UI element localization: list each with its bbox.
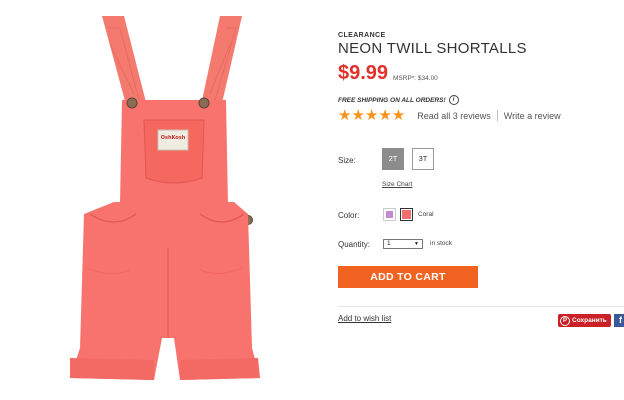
size-option-2t[interactable]: 2T xyxy=(382,148,404,170)
color-label: Color: xyxy=(338,211,360,220)
stock-status: in stock xyxy=(430,240,453,247)
quantity-select[interactable]: 1 ▼ xyxy=(383,239,423,249)
size-label: Size: xyxy=(338,156,356,165)
star-rating-icon: ★★★★★ xyxy=(338,107,406,124)
color-swatch-coral[interactable] xyxy=(400,208,413,221)
product-title: NEON TWILL SHORTALLS xyxy=(338,40,527,57)
add-to-wishlist-link[interactable]: Add to wish list xyxy=(338,314,391,323)
rating-row: ★★★★★ Read all 3 reviews Write a review xyxy=(338,108,561,123)
pinterest-label: Сохранить xyxy=(572,317,607,324)
msrp-price: MSRP*: $34.00 xyxy=(393,75,438,82)
section-divider xyxy=(338,306,624,307)
divider xyxy=(496,110,498,121)
size-option-3t[interactable]: 3T xyxy=(412,148,434,170)
pinterest-save-button[interactable]: P Сохранить xyxy=(558,314,611,327)
shipping-text: FREE SHIPPING ON ALL ORDERS! xyxy=(338,96,446,104)
chevron-down-icon: ▼ xyxy=(414,241,419,247)
write-review-link[interactable]: Write a review xyxy=(504,111,561,121)
selected-color-name: Coral xyxy=(418,211,434,218)
size-chart-link[interactable]: Size Chart xyxy=(382,181,412,188)
info-icon[interactable]: i xyxy=(448,95,459,105)
product-details: CLEARANCE NEON TWILL SHORTALLS $9.99 MSR… xyxy=(338,0,624,400)
pinterest-icon: P xyxy=(560,315,570,326)
clearance-badge: CLEARANCE xyxy=(338,32,386,39)
facebook-icon[interactable]: f xyxy=(614,314,624,327)
product-image: OshKosh xyxy=(50,8,290,393)
read-reviews-link[interactable]: Read all 3 reviews xyxy=(417,111,491,121)
sale-price: $9.99 xyxy=(338,62,389,84)
color-swatch-lilac[interactable] xyxy=(383,208,396,221)
quantity-value: 1 xyxy=(387,240,391,247)
quantity-label: Quantity: xyxy=(338,240,371,249)
free-shipping-notice: FREE SHIPPING ON ALL ORDERS! i xyxy=(338,95,459,105)
brand-label-text: OshKosh xyxy=(161,135,186,141)
add-to-cart-button[interactable]: ADD TO CART xyxy=(338,266,478,288)
